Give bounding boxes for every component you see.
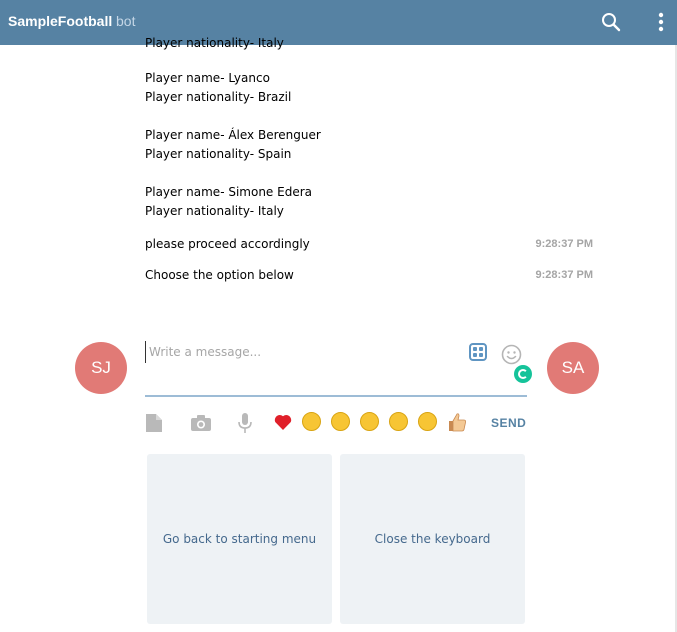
emoji-picker-icon[interactable] (501, 344, 522, 365)
bot-tag: bot (116, 13, 136, 29)
heart-eyes-emoji-icon[interactable] (360, 412, 379, 431)
composer-toolbar: SEND (145, 410, 527, 438)
message-input[interactable] (145, 341, 459, 363)
bot-commands-icon[interactable] (469, 343, 487, 361)
message-composer (145, 333, 532, 397)
microphone-icon[interactable] (237, 412, 253, 438)
grammar-assistant-icon[interactable] (514, 365, 532, 383)
grinning-face-emoji-icon[interactable] (302, 412, 321, 431)
user-avatar[interactable]: SJ (75, 342, 127, 394)
player-nationality: Player nationality- Spain (145, 147, 292, 161)
crying-laughing-emoji-icon[interactable] (331, 412, 350, 431)
message-timestamp: 9:28:37 PM (535, 269, 593, 281)
heart-emoji-icon[interactable] (273, 413, 293, 435)
player-nationality: Player nationality- Brazil (145, 90, 292, 104)
message-text: please proceed accordingly (145, 237, 310, 251)
smiling-face-emoji-icon[interactable] (389, 412, 408, 431)
go-back-to-starting-menu-button[interactable]: Go back to starting menu (147, 454, 332, 624)
player-name: Player name- Simone Edera (145, 185, 312, 199)
attach-file-icon[interactable] (145, 413, 163, 437)
message-line-clipped: Player nationality- Italy (145, 36, 284, 50)
message-text: Choose the option below (145, 268, 294, 282)
bot-avatar[interactable]: SA (547, 342, 599, 394)
player-name: Player name- Álex Berenguer (145, 128, 321, 142)
player-name: Player name- Lyanco (145, 71, 270, 85)
chat-header: SampleFootball bot (0, 0, 677, 45)
message-timestamp: 9:28:37 PM (535, 238, 593, 250)
search-icon[interactable] (600, 11, 622, 33)
close-keyboard-button[interactable]: Close the keyboard (340, 454, 525, 624)
camera-icon[interactable] (190, 414, 212, 436)
chat-title[interactable]: SampleFootball (8, 13, 112, 29)
send-button[interactable]: SEND (491, 416, 526, 430)
thumbs-up-emoji-icon[interactable] (447, 412, 467, 436)
player-nationality: Player nationality- Italy (145, 204, 284, 218)
grimacing-face-emoji-icon[interactable] (418, 412, 437, 431)
more-options-icon[interactable] (652, 10, 670, 34)
